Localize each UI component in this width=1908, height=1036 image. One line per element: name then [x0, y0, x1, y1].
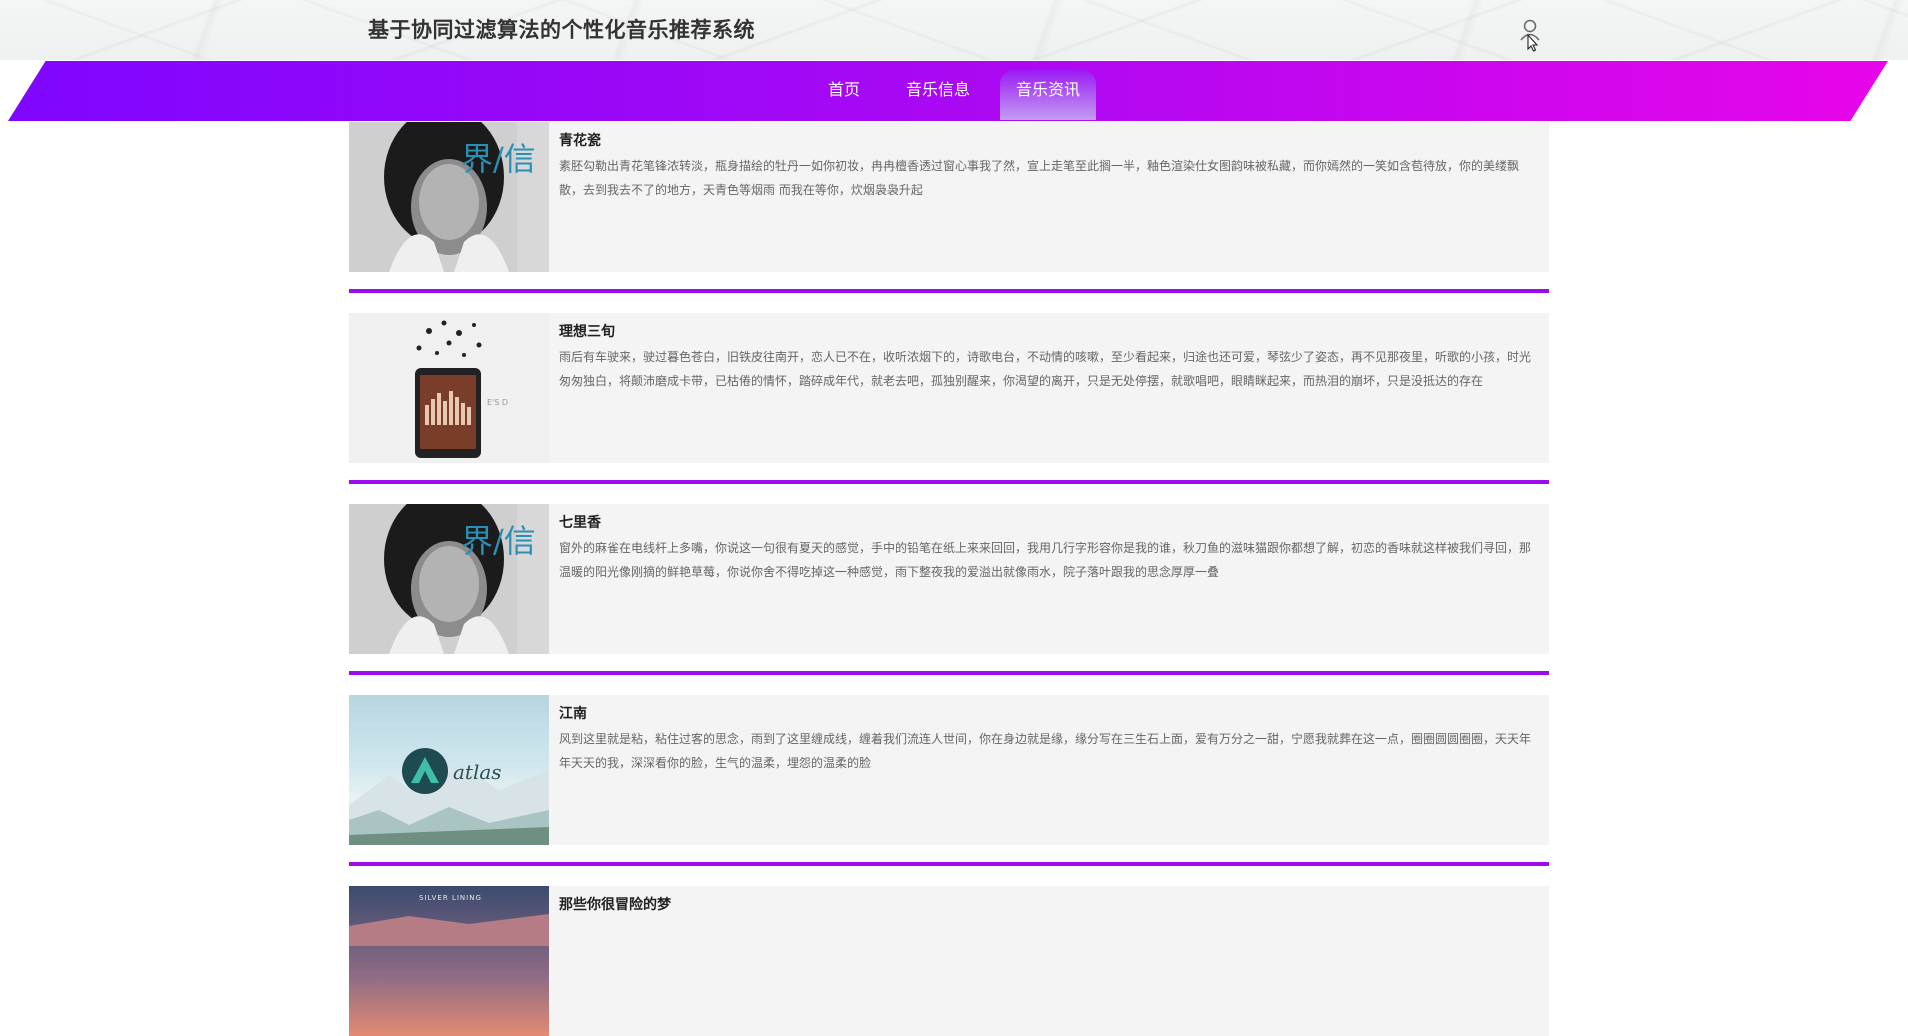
- news-list: 界/信 青花瓷 素胚勾勒出青花笔锋浓转淡，瓶身描绘的牡丹一如你初妆，冉冉檀香透过…: [349, 122, 1549, 1036]
- main-nav: 首页 音乐信息 音乐资讯: [0, 70, 1908, 120]
- item-divider: [349, 289, 1549, 293]
- news-title[interactable]: 七里香: [559, 512, 601, 532]
- news-item[interactable]: 界/信 青花瓷 素胚勾勒出青花笔锋浓转淡，瓶身描绘的牡丹一如你初妆，冉冉檀香透过…: [349, 122, 1549, 272]
- item-divider: [349, 671, 1549, 675]
- news-title[interactable]: 那些你很冒险的梦: [559, 894, 671, 914]
- album-cover-atlas[interactable]: atlas: [349, 695, 549, 845]
- album-cover-portrait[interactable]: 界/信: [349, 122, 549, 272]
- album-cover-tablet[interactable]: E'S D: [349, 313, 549, 463]
- album-cover-silver-lining[interactable]: SILVER LINING: [349, 886, 549, 1036]
- news-item[interactable]: atlas 江南 风到这里就是粘，粘住过客的思念，雨到了这里缠成线，缠着我们流连…: [349, 695, 1549, 845]
- item-divider: [349, 862, 1549, 866]
- news-title[interactable]: 理想三旬: [559, 321, 615, 341]
- svg-text:SILVER LINING: SILVER LINING: [419, 894, 482, 902]
- news-title[interactable]: 青花瓷: [559, 130, 601, 150]
- svg-text:E'S D: E'S D: [487, 398, 508, 407]
- news-description: 风到这里就是粘，粘住过客的思念，雨到了这里缠成线，缠着我们流连人世间，你在身边就…: [559, 732, 1532, 770]
- svg-text:界/信: 界/信: [461, 140, 536, 178]
- user-icon[interactable]: [1518, 18, 1542, 52]
- nav-item-home[interactable]: 首页: [812, 70, 876, 120]
- site-title: 基于协同过滤算法的个性化音乐推荐系统: [368, 18, 755, 42]
- nav-item-music-info[interactable]: 音乐信息: [890, 70, 986, 120]
- news-description: 雨后有车驶来，驶过暮色苍白，旧铁皮往南开，恋人已不在，收听浓烟下的，诗歌电台，不…: [559, 350, 1532, 388]
- top-header: 基于协同过滤算法的个性化音乐推荐系统: [0, 0, 1908, 60]
- news-item[interactable]: E'S D 理想三旬 雨后有车驶来，驶过暮色苍白，旧铁皮往南开，恋人已不在，收听…: [349, 313, 1549, 463]
- nav-item-music-news[interactable]: 音乐资讯: [1000, 70, 1097, 120]
- news-title[interactable]: 江南: [559, 703, 587, 723]
- news-description: 窗外的麻雀在电线杆上多嘴，你说这一句很有夏天的感觉，手中的铅笔在纸上来来回回，我…: [559, 541, 1532, 579]
- album-cover-portrait[interactable]: 界/信: [349, 504, 549, 654]
- svg-text:atlas: atlas: [453, 760, 502, 784]
- news-item[interactable]: 界/信 七里香 窗外的麻雀在电线杆上多嘴，你说这一句很有夏天的感觉，手中的铅笔在…: [349, 504, 1549, 654]
- news-description: 素胚勾勒出青花笔锋浓转淡，瓶身描绘的牡丹一如你初妆，冉冉檀香透过窗心事我了然，宣…: [559, 159, 1520, 197]
- news-item[interactable]: SILVER LINING 那些你很冒险的梦: [349, 886, 1549, 1036]
- item-divider: [349, 480, 1549, 484]
- svg-text:界/信: 界/信: [461, 522, 536, 560]
